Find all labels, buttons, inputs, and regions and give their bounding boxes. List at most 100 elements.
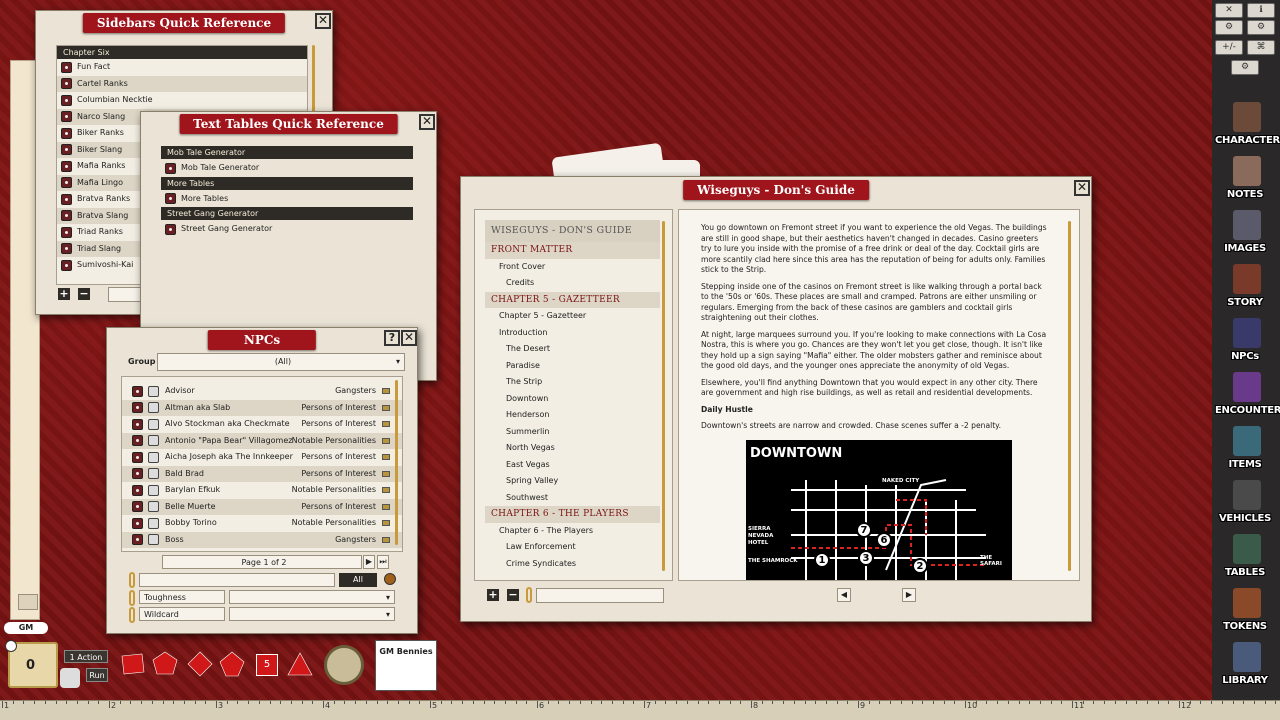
ruler-subtick bbox=[387, 701, 389, 704]
sidebar-button-story[interactable]: STORY bbox=[1215, 262, 1275, 312]
content-scrollbar[interactable] bbox=[1068, 221, 1071, 571]
toc-item[interactable]: Southwest bbox=[485, 490, 660, 507]
action-button[interactable]: 1 Action bbox=[64, 650, 108, 663]
run-button[interactable]: Run bbox=[86, 668, 108, 682]
sidebar-button-library[interactable]: LIBRARY bbox=[1215, 640, 1275, 690]
next-page-button[interactable]: ▶ bbox=[363, 555, 375, 569]
table-row[interactable]: Bobby Torino Notable Personalities bbox=[122, 515, 402, 532]
table-row[interactable]: Alvo Stockman aka Checkmate Persons of In… bbox=[122, 416, 402, 433]
filter-toughness-select[interactable] bbox=[229, 590, 395, 604]
close-button[interactable]: ✕ bbox=[315, 13, 331, 29]
table-row[interactable]: Altman aka Slab Persons of Interest bbox=[122, 399, 402, 416]
close-button[interactable]: ✕ bbox=[419, 114, 435, 130]
list-item[interactable]: Columbian Necktie bbox=[57, 92, 307, 109]
table-row[interactable]: Belle Muerte Persons of Interest bbox=[122, 498, 402, 515]
list-item[interactable]: Fun Fact bbox=[57, 59, 307, 76]
toc-item[interactable]: The Strip bbox=[485, 374, 660, 391]
gm-bennies-box[interactable]: GM Bennies bbox=[375, 640, 437, 691]
sidebar-button-npcs[interactable]: NPCs bbox=[1215, 316, 1275, 366]
light-tool-button[interactable]: ⚙ bbox=[1215, 20, 1243, 35]
close-button[interactable]: ✕ bbox=[401, 330, 417, 346]
sidebar-button-images[interactable]: IMAGES bbox=[1215, 208, 1275, 258]
table-row[interactable]: Aicha Joseph aka The Innkeeper Persons of… bbox=[122, 449, 402, 466]
benny-token-icon[interactable] bbox=[324, 645, 364, 685]
help-button[interactable]: ? bbox=[384, 330, 400, 346]
table-row[interactable]: Advisor Gangsters bbox=[122, 383, 402, 400]
sidebar-button-notes[interactable]: NOTES bbox=[1215, 154, 1275, 204]
toc-item[interactable]: Chapter 6 - The Players bbox=[485, 523, 660, 540]
gm-counter: 0 bbox=[26, 658, 36, 673]
toc-item[interactable]: Spring Valley bbox=[485, 473, 660, 490]
sidebar-button-tables[interactable]: TABLES bbox=[1215, 532, 1275, 582]
book-icon bbox=[382, 520, 390, 526]
toc-item[interactable]: The Desert bbox=[485, 341, 660, 358]
sidebar-button-encounters[interactable]: ENCOUNTERS bbox=[1215, 370, 1280, 420]
toc-item[interactable]: Introduction bbox=[485, 325, 660, 342]
list-item[interactable]: Mob Tale Generator bbox=[161, 160, 413, 177]
toc-item[interactable]: East Vegas bbox=[485, 457, 660, 474]
all-button[interactable]: All bbox=[339, 573, 377, 587]
sidebar-button-tokens[interactable]: TOKENS bbox=[1215, 586, 1275, 636]
close-button[interactable]: ✕ bbox=[1074, 180, 1090, 196]
search-input[interactable] bbox=[536, 588, 664, 603]
story-icon bbox=[61, 127, 72, 139]
toc-item[interactable]: Chapter 6 - The Players bbox=[485, 506, 660, 523]
filter-wildcard-select[interactable] bbox=[229, 607, 395, 621]
list-item[interactable]: More Tables bbox=[161, 191, 413, 208]
scrollbar[interactable] bbox=[395, 380, 398, 545]
options-tool-button[interactable]: ⌘ bbox=[1247, 40, 1275, 55]
toc-item[interactable]: Downtown bbox=[485, 391, 660, 408]
last-page-button[interactable]: ⏭ bbox=[377, 555, 389, 569]
table-row[interactable]: Boss Gangsters bbox=[122, 531, 402, 548]
filter-input[interactable] bbox=[139, 573, 335, 587]
d4-die[interactable] bbox=[118, 650, 146, 678]
gear-tool-button[interactable]: ⚙ bbox=[1231, 60, 1259, 75]
add-button[interactable]: + bbox=[58, 288, 70, 300]
d8-die[interactable] bbox=[186, 650, 214, 678]
next-page-button[interactable]: ▶ bbox=[902, 588, 916, 602]
toc-item[interactable]: Paradise bbox=[485, 358, 660, 375]
toc-scrollbar[interactable] bbox=[662, 221, 665, 571]
window-title: NPCs bbox=[207, 330, 317, 350]
add-button[interactable]: + bbox=[487, 589, 499, 601]
list-item[interactable]: Cartel Ranks bbox=[57, 75, 307, 92]
toc-item[interactable]: Chapter 5 - Gazetteer bbox=[485, 308, 660, 325]
toc-item[interactable]: Front Cover bbox=[485, 259, 660, 276]
toc-item[interactable]: Wiseguys - Don's Guide bbox=[485, 220, 660, 242]
info-tool-button[interactable]: ℹ bbox=[1247, 3, 1275, 18]
toc-item[interactable]: North Vegas bbox=[485, 440, 660, 457]
sidebar-button-vehicles[interactable]: VEHICLES bbox=[1215, 478, 1275, 528]
delete-tool-button[interactable]: ✕ bbox=[1215, 3, 1243, 18]
table-row[interactable]: Bald Brad Persons of Interest bbox=[122, 465, 402, 482]
remove-button[interactable]: − bbox=[78, 288, 90, 300]
d6-die[interactable] bbox=[151, 650, 179, 678]
modifier-tool-button[interactable]: +/- bbox=[1215, 40, 1243, 55]
toc-item[interactable]: Credits bbox=[485, 275, 660, 292]
prev-page-button[interactable]: ◀ bbox=[837, 588, 851, 602]
edit-icon[interactable] bbox=[384, 573, 396, 585]
d20-die[interactable] bbox=[286, 650, 314, 678]
toc-item[interactable]: Law Enforcement bbox=[485, 539, 660, 556]
gm-bennies-label: GM Bennies bbox=[379, 647, 433, 656]
settings-icon[interactable] bbox=[5, 640, 17, 652]
table-row[interactable]: Antonio "Papa Bear" Villagomez Notable Pe… bbox=[122, 432, 402, 449]
sidebar-button-icon bbox=[1233, 264, 1261, 294]
sidebar-button-characters[interactable]: CHARACTERS bbox=[1215, 100, 1280, 150]
list-item[interactable]: Street Gang Generator bbox=[161, 221, 413, 238]
book-icon bbox=[382, 536, 390, 543]
toc-item[interactable]: Chapter 5 - Gazetteer bbox=[485, 291, 660, 308]
dice-tray-icon[interactable] bbox=[60, 668, 80, 688]
group-select[interactable]: (All) bbox=[157, 353, 405, 371]
toc-item[interactable]: Crime Syndicates bbox=[485, 556, 660, 573]
npc-token-icon bbox=[148, 418, 159, 430]
table-row[interactable]: Barylan Efkuk Notable Personalities bbox=[122, 482, 402, 499]
d10-die[interactable] bbox=[218, 650, 246, 678]
toc-item[interactable]: Front Matter bbox=[485, 242, 660, 259]
toc-item[interactable]: Summerlin bbox=[485, 424, 660, 441]
settings-tool-button[interactable]: ⚙ bbox=[1247, 20, 1275, 35]
toc-item[interactable]: Henderson bbox=[485, 407, 660, 424]
sidebar-button-items[interactable]: ITEMS bbox=[1215, 424, 1275, 474]
remove-button[interactable]: − bbox=[507, 589, 519, 601]
d12-die[interactable]: 5 bbox=[256, 654, 278, 676]
ruler-tick bbox=[858, 701, 859, 708]
